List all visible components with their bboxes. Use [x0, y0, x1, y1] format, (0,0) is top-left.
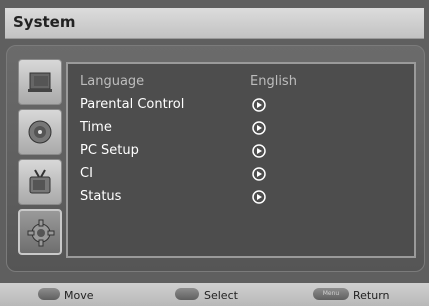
menu-item-parental-control[interactable]: Parental Control [80, 95, 400, 115]
arrow-right-icon [252, 98, 266, 112]
hint-label: Move [64, 289, 94, 302]
title-bar: System [5, 8, 424, 39]
menu-key-icon: Menu [313, 288, 349, 300]
help-bar: Move Select Menu Return [0, 283, 429, 306]
menu-item-label: Status [80, 189, 122, 204]
sound-icon [28, 120, 52, 144]
menu-item-pc-setup[interactable]: PC Setup [80, 141, 400, 161]
menu-item-time[interactable]: Time [80, 118, 400, 138]
picture-icon [28, 72, 52, 92]
menu-item-label: CI [80, 166, 93, 181]
menu-item-label: Time [80, 120, 112, 135]
channel-antenna-icon [29, 169, 51, 194]
arrow-right-icon [252, 144, 266, 158]
menu-item-label: PC Setup [80, 143, 139, 158]
language-value: English [250, 74, 297, 89]
hint-label: Return [353, 289, 390, 302]
tv-menu-screen: System Language English Parental Control… [0, 0, 429, 306]
hint-label: Select [204, 289, 238, 302]
page-title: System [13, 13, 76, 31]
tab-system[interactable] [18, 209, 62, 255]
menu-item-label: Language [80, 74, 145, 89]
tab-picture[interactable] [18, 59, 62, 105]
arrow-right-icon [252, 121, 266, 135]
move-key-icon [38, 288, 60, 300]
system-gear-icon [27, 219, 55, 247]
menu-item-language: Language English [80, 72, 400, 92]
tab-channel[interactable] [18, 159, 62, 205]
menu-item-label: Parental Control [80, 97, 185, 112]
tab-sound[interactable] [18, 109, 62, 155]
menu-item-ci[interactable]: CI [80, 164, 400, 184]
select-key-icon [175, 288, 199, 300]
menu-item-status[interactable]: Status [80, 187, 400, 207]
arrow-right-icon [252, 190, 266, 204]
system-menu-content: Language English Parental Control Time P… [66, 62, 416, 258]
arrow-right-icon [252, 167, 266, 181]
